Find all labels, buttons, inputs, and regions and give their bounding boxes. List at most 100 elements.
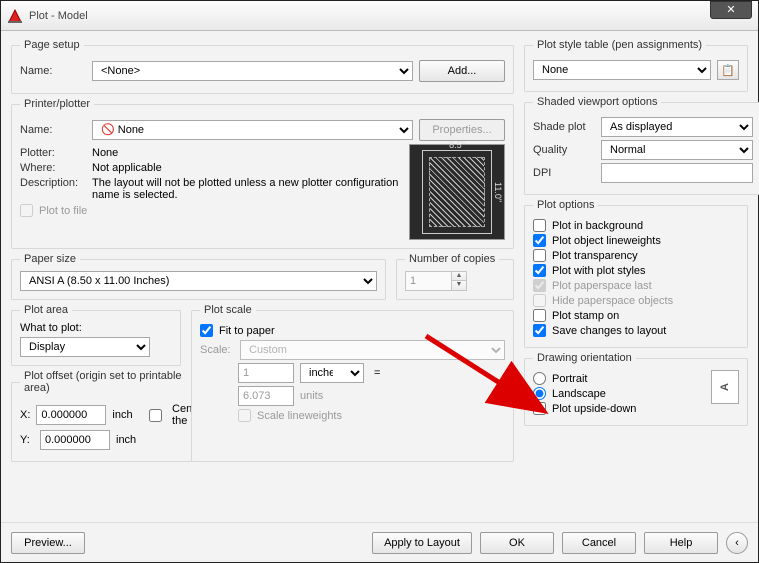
opt-pspace-check xyxy=(533,279,546,292)
ok-button[interactable]: OK xyxy=(480,532,554,554)
upside-check[interactable] xyxy=(533,402,546,415)
paper-size-select[interactable]: ANSI A (8.50 x 11.00 Inches) xyxy=(20,271,377,291)
dpi-input xyxy=(601,163,753,183)
what-to-plot-select[interactable]: Display xyxy=(20,337,150,357)
scale-lw-label: Scale lineweights xyxy=(257,410,342,422)
opt-trans-check[interactable] xyxy=(533,249,546,262)
plot-to-file-check xyxy=(20,204,33,217)
center-plot-check[interactable] xyxy=(149,409,162,422)
page-name-label: Name: xyxy=(20,65,86,77)
upside-label: Plot upside-down xyxy=(552,403,636,415)
plot-area-group: Plot area What to plot: Display xyxy=(11,304,181,366)
scale-label: Scale: xyxy=(200,344,234,356)
shade-plot-label: Shade plot xyxy=(533,121,595,133)
opt-hide-check xyxy=(533,294,546,307)
scale-lw-check xyxy=(238,409,251,422)
printer-legend: Printer/plotter xyxy=(20,98,94,110)
landscape-radio[interactable] xyxy=(533,387,546,400)
opt-stamp-check[interactable] xyxy=(533,309,546,322)
quality-select[interactable]: Normal xyxy=(601,140,753,160)
add-button[interactable]: Add... xyxy=(419,60,505,82)
style-table-group: Plot style table (pen assignments) None … xyxy=(524,39,748,92)
opt-pspace-label: Plot paperspace last xyxy=(552,280,652,292)
x-input[interactable] xyxy=(36,405,106,425)
printer-name-select[interactable]: 🚫 None xyxy=(92,120,413,140)
window-title: Plot - Model xyxy=(29,10,88,22)
style-edit-button[interactable]: 📋 xyxy=(717,60,739,80)
preview-width: 8.5" xyxy=(449,140,465,150)
footer-bar: Preview... Apply to Layout OK Cancel Hel… xyxy=(1,522,758,562)
plot-options-group: Plot options Plot in background Plot obj… xyxy=(524,199,748,348)
desc-value: The layout will not be plotted unless a … xyxy=(92,177,401,201)
orientation-icon: A xyxy=(711,370,739,404)
printer-name-label: Name: xyxy=(20,124,86,136)
copies-group: Number of copies ▲▼ xyxy=(396,253,514,300)
x-label: X: xyxy=(20,409,30,421)
plot-offset-group: Plot offset (origin set to printable are… xyxy=(11,370,221,462)
preview-button[interactable]: Preview... xyxy=(11,532,85,554)
orientation-group: Drawing orientation Portrait Landscape P… xyxy=(524,352,748,426)
style-table-legend: Plot style table (pen assignments) xyxy=(533,39,706,51)
orientation-legend: Drawing orientation xyxy=(533,352,636,364)
desc-label: Description: xyxy=(20,177,86,189)
opt-save-check[interactable] xyxy=(533,324,546,337)
page-setup-legend: Page setup xyxy=(20,39,84,51)
equals-sign: = xyxy=(370,367,384,379)
copies-spinner: ▲▼ xyxy=(451,271,467,291)
app-icon xyxy=(7,8,23,24)
apply-button[interactable]: Apply to Layout xyxy=(372,532,472,554)
opt-trans-label: Plot transparency xyxy=(552,250,638,262)
plot-dialog: Plot - Model ✕ Page setup Name: <None> A… xyxy=(0,0,759,563)
plot-area-legend: Plot area xyxy=(20,304,72,316)
fit-to-paper-label: Fit to paper xyxy=(219,325,275,337)
opt-hide-label: Hide paperspace objects xyxy=(552,295,673,307)
page-setup-group: Page setup Name: <None> Add... xyxy=(11,39,514,94)
cancel-button[interactable]: Cancel xyxy=(562,532,636,554)
opt-bg-label: Plot in background xyxy=(552,220,643,232)
opt-styles-label: Plot with plot styles xyxy=(552,265,646,277)
x-unit: inch xyxy=(112,409,132,421)
dpi-label: DPI xyxy=(533,167,595,179)
y-unit: inch xyxy=(116,434,136,446)
units-label: units xyxy=(300,390,323,402)
portrait-radio[interactable] xyxy=(533,372,546,385)
opt-lw-label: Plot object lineweights xyxy=(552,235,661,247)
y-label: Y: xyxy=(20,434,34,446)
paper-size-group: Paper size ANSI A (8.50 x 11.00 Inches) xyxy=(11,253,386,300)
preview-height: 11.0" xyxy=(493,182,503,202)
y-input[interactable] xyxy=(40,430,110,450)
properties-button: Properties... xyxy=(419,119,505,141)
help-button[interactable]: Help xyxy=(644,532,718,554)
close-icon: ✕ xyxy=(726,3,735,16)
copies-input xyxy=(405,271,451,291)
close-button[interactable]: ✕ xyxy=(710,1,752,19)
opt-styles-check[interactable] xyxy=(533,264,546,277)
plotter-value: None xyxy=(92,147,118,159)
copies-legend: Number of copies xyxy=(405,253,499,265)
landscape-label: Landscape xyxy=(552,388,606,400)
opt-stamp-label: Plot stamp on xyxy=(552,310,619,322)
chevron-left-icon: ‹ xyxy=(735,537,739,549)
scale-select: Custom xyxy=(240,340,505,360)
shaded-group: Shaded viewport options Shade plot As dis… xyxy=(524,96,759,195)
plot-options-legend: Plot options xyxy=(533,199,598,211)
plot-scale-group: Plot scale Fit to paper Scale: Custom in… xyxy=(191,304,514,462)
what-to-plot-label: What to plot: xyxy=(20,322,172,334)
scale-num-input xyxy=(238,363,294,383)
portrait-label: Portrait xyxy=(552,373,587,385)
expand-button[interactable]: ‹ xyxy=(726,532,748,554)
shaded-legend: Shaded viewport options xyxy=(533,96,661,108)
opt-save-label: Save changes to layout xyxy=(552,325,666,337)
scale-unit-select[interactable]: inches xyxy=(300,363,364,383)
edit-icon: 📋 xyxy=(721,64,735,77)
plot-to-file-label: Plot to file xyxy=(39,205,87,217)
shade-plot-select[interactable]: As displayed xyxy=(601,117,753,137)
opt-bg-check[interactable] xyxy=(533,219,546,232)
where-label: Where: xyxy=(20,162,86,174)
fit-to-paper-check[interactable] xyxy=(200,324,213,337)
printer-group: Printer/plotter Name: 🚫 None Properties.… xyxy=(11,98,514,249)
plotter-label: Plotter: xyxy=(20,147,86,159)
page-name-select[interactable]: <None> xyxy=(92,61,413,81)
opt-lw-check[interactable] xyxy=(533,234,546,247)
style-table-select[interactable]: None xyxy=(533,60,711,80)
